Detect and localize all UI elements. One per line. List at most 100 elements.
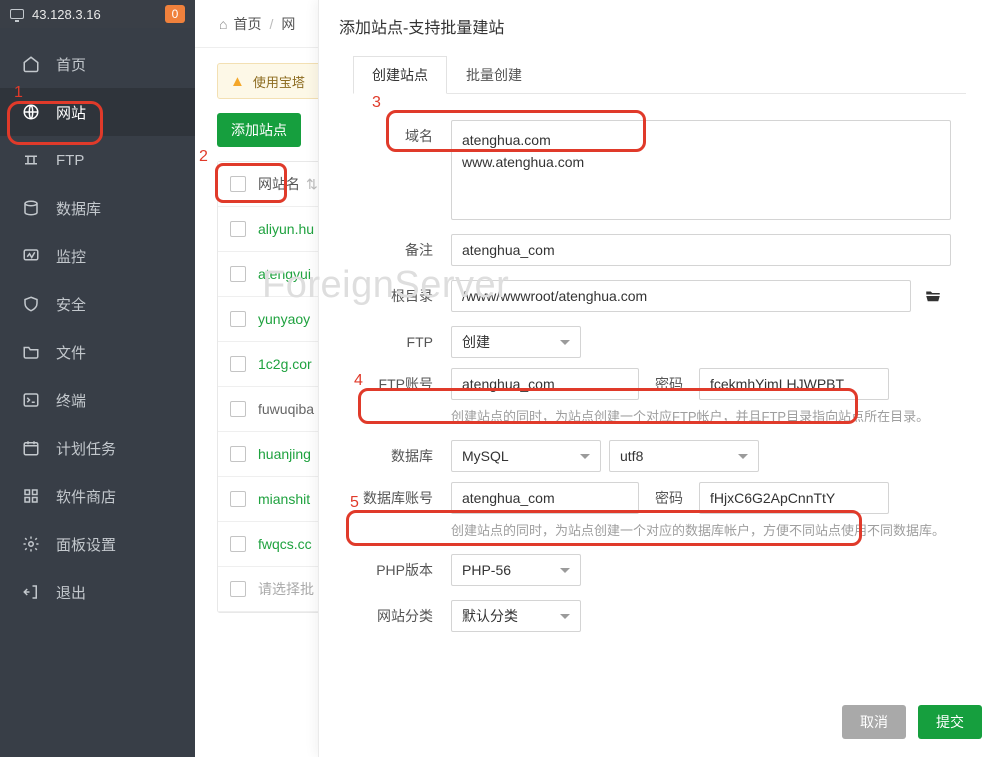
label-cat: 网站分类 [319, 600, 451, 632]
nav-label: 软件商店 [56, 486, 116, 507]
cancel-button[interactable]: 取消 [842, 705, 906, 739]
db-type-select[interactable]: MySQL [451, 440, 601, 472]
site-name[interactable]: atengyui [258, 266, 311, 282]
crumb-sep: / [269, 16, 273, 32]
add-site-button[interactable]: 添加站点 [217, 113, 301, 147]
ftp-select[interactable]: 创建 [451, 326, 581, 358]
domain-input[interactable] [451, 120, 951, 220]
label-domain: 域名 [319, 120, 451, 152]
folder-icon [22, 343, 40, 361]
home-icon [22, 55, 40, 73]
site-name[interactable]: yunyaoy [258, 311, 310, 327]
site-name[interactable]: mianshit [258, 491, 310, 507]
logout-icon [22, 583, 40, 601]
warning-icon: ▲ [230, 73, 245, 90]
nav-label: 安全 [56, 294, 86, 315]
nav-ftp[interactable]: FTP [0, 136, 195, 184]
nav-settings[interactable]: 面板设置 [0, 520, 195, 568]
ftp-password-input[interactable] [699, 368, 889, 400]
sidebar-top: 43.128.3.16 0 [0, 0, 195, 28]
label-db: 数据库 [319, 440, 451, 472]
form: 域名 备注 根目录 FTP 创建 FTP账号 密码 创建站点的同时，为 [319, 94, 1000, 632]
nav-label: 退出 [56, 582, 86, 603]
nav-monitor[interactable]: 监控 [0, 232, 195, 280]
checkbox[interactable] [230, 536, 246, 552]
label-note: 备注 [319, 234, 451, 266]
checkbox[interactable] [230, 356, 246, 372]
checkbox[interactable] [230, 446, 246, 462]
tab-batch[interactable]: 批量创建 [447, 56, 541, 93]
sort-icon[interactable]: ⇅ [306, 176, 318, 193]
db-password-input[interactable] [699, 482, 889, 514]
nav-label: FTP [56, 152, 84, 169]
nav-label: 计划任务 [56, 438, 116, 459]
checkbox[interactable] [230, 401, 246, 417]
site-name[interactable]: fwqcs.cc [258, 536, 312, 552]
ftp-hint: 创建站点的同时，为站点创建一个对应FTP帐户，并且FTP目录指向站点所在目录。 [451, 408, 966, 426]
label-db-pwd: 密码 [647, 488, 691, 508]
php-select[interactable]: PHP-56 [451, 554, 581, 586]
nav-database[interactable]: 数据库 [0, 184, 195, 232]
site-name[interactable]: aliyun.hu [258, 221, 314, 237]
nav-label: 网站 [56, 102, 86, 123]
monitor-icon [10, 9, 24, 19]
label-ftp-pwd: 密码 [647, 374, 691, 394]
nav: 首页 网站 FTP 数据库 监控 安全 文件 终端 [0, 28, 195, 616]
server-ip: 43.128.3.16 [32, 7, 101, 22]
nav-cron[interactable]: 计划任务 [0, 424, 195, 472]
ftp-account-input[interactable] [451, 368, 639, 400]
checkbox[interactable] [230, 266, 246, 282]
checkbox[interactable] [230, 311, 246, 327]
label-root: 根目录 [319, 280, 451, 312]
sidebar: 43.128.3.16 0 首页 网站 FTP 数据库 监控 安全 [0, 0, 195, 757]
site-name[interactable]: huanjing [258, 446, 311, 462]
checkbox[interactable] [230, 581, 246, 597]
modal-title: 添加站点-支持批量建站 [319, 0, 1000, 52]
site-name[interactable]: 1c2g.cor [258, 356, 312, 372]
alert-text: 使用宝塔 [253, 72, 305, 91]
nav-logout[interactable]: 退出 [0, 568, 195, 616]
nav-terminal[interactable]: 终端 [0, 376, 195, 424]
label-ftp: FTP [319, 326, 451, 358]
checkbox-all[interactable] [230, 176, 246, 192]
crumb-home[interactable]: 首页 [233, 14, 261, 34]
label-php: PHP版本 [319, 554, 451, 586]
calendar-icon [22, 439, 40, 457]
modal-tabs: 创建站点 批量创建 [353, 56, 966, 94]
col-name: 网站名 [258, 174, 300, 194]
batch-placeholder: 请选择批 [258, 579, 314, 599]
crumb-section[interactable]: 网 [281, 14, 295, 34]
database-icon [22, 199, 40, 217]
db-charset-select[interactable]: utf8 [609, 440, 759, 472]
nav-label: 监控 [56, 246, 86, 267]
nav-website[interactable]: 网站 [0, 88, 195, 136]
nav-appstore[interactable]: 软件商店 [0, 472, 195, 520]
monitor-nav-icon [22, 247, 40, 265]
nav-files[interactable]: 文件 [0, 328, 195, 376]
submit-button[interactable]: 提交 [918, 705, 982, 739]
ftp-icon [22, 151, 40, 169]
category-select[interactable]: 默认分类 [451, 600, 581, 632]
db-account-input[interactable] [451, 482, 639, 514]
note-input[interactable] [451, 234, 951, 266]
globe-icon [22, 103, 40, 121]
gear-icon [22, 535, 40, 553]
root-input[interactable] [451, 280, 911, 312]
label-ftp-acc: FTP账号 [319, 368, 451, 400]
checkbox[interactable] [230, 491, 246, 507]
nav-label: 面板设置 [56, 534, 116, 555]
db-hint: 创建站点的同时，为站点创建一个对应的数据库帐户，方便不同站点使用不同数据库。 [451, 522, 966, 540]
modal-footer: 取消 提交 [842, 705, 982, 739]
folder-open-icon[interactable] [923, 287, 943, 305]
nav-security[interactable]: 安全 [0, 280, 195, 328]
shield-icon [22, 295, 40, 313]
checkbox[interactable] [230, 221, 246, 237]
tab-create[interactable]: 创建站点 [353, 56, 447, 94]
terminal-icon [22, 391, 40, 409]
add-site-modal: 添加站点-支持批量建站 创建站点 批量创建 域名 备注 根目录 FTP 创建 F… [318, 0, 1000, 757]
nav-label: 首页 [56, 54, 86, 75]
notify-badge[interactable]: 0 [165, 5, 185, 23]
nav-home[interactable]: 首页 [0, 40, 195, 88]
nav-label: 文件 [56, 342, 86, 363]
site-name[interactable]: fuwuqiba [258, 401, 314, 417]
